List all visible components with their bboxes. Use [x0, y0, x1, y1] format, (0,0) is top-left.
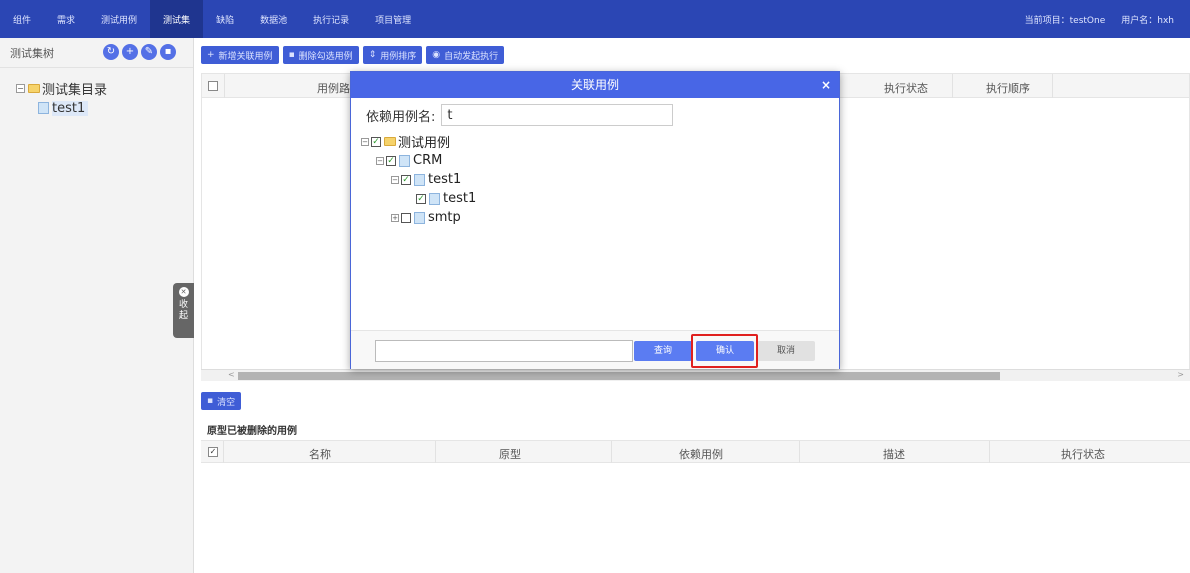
node-checkbox[interactable]	[401, 212, 411, 223]
confirm-highlight-box	[691, 334, 758, 368]
auto-run-button[interactable]: ◉ 自动发起执行	[426, 46, 505, 64]
delete-checked-label: 删除勾选用例	[298, 51, 353, 62]
close-icon: ✕	[178, 287, 189, 297]
case-tree-node-label: CRM	[413, 153, 443, 168]
col-exec-status: 执行状态	[1061, 448, 1105, 461]
scrollbar-thumb[interactable]	[238, 372, 1000, 380]
folder-icon	[28, 83, 40, 93]
col-exec-status: 执行状态	[884, 82, 928, 95]
clear-label: 清空	[217, 397, 236, 408]
dialog-footer: 查询 确认 取消	[351, 330, 839, 369]
auto-run-label: 自动发起执行	[444, 51, 499, 62]
case-tree-node-label: test1	[428, 172, 462, 187]
dependency-name-label: 依赖用例名:	[366, 109, 436, 125]
nav-item-execution-records[interactable]: 执行记录	[300, 0, 362, 38]
nav-item-requirements[interactable]: 需求	[44, 0, 88, 38]
file-icon	[38, 102, 49, 114]
scroll-right-icon[interactable]: >	[1177, 370, 1184, 379]
scroll-left-icon[interactable]: <	[228, 370, 235, 379]
case-tree-node-label: test1	[443, 191, 477, 206]
nav-item-defects[interactable]: 缺陷	[203, 0, 247, 38]
collapse-icon[interactable]: −	[361, 137, 369, 146]
refresh-icon[interactable]: ↻	[103, 44, 119, 60]
cancel-button[interactable]: 取消	[757, 341, 815, 361]
file-icon	[414, 173, 425, 186]
delete-checked-button[interactable]: ▪ 删除勾选用例	[282, 46, 359, 64]
nav-item-components[interactable]: 组件	[0, 0, 44, 38]
collapse-label: 收起	[178, 300, 188, 321]
collapse-icon[interactable]: −	[16, 83, 25, 93]
case-tree-node[interactable]: ✓ test1	[361, 189, 476, 208]
delete-icon[interactable]: ▪	[160, 44, 176, 60]
add-linked-case-label: 新增关联用例	[218, 51, 273, 62]
sort-cases-label: 用例排序	[380, 51, 417, 62]
file-icon	[399, 154, 410, 167]
node-checkbox[interactable]: ✓	[401, 174, 411, 185]
tree-node-test1-label: test1	[52, 100, 89, 116]
nav-item-data-pool[interactable]: 数据池	[247, 0, 300, 38]
sort-icon: ⇕	[368, 50, 377, 60]
dialog-header: 关联用例 ×	[351, 72, 839, 98]
plus-icon: +	[207, 50, 215, 60]
sort-cases-button[interactable]: ⇕ 用例排序	[362, 46, 423, 64]
expand-icon[interactable]: +	[391, 213, 399, 222]
top-nav: 组件 需求 测试用例 测试集 缺陷 数据池 执行记录 项目管理 当前项目：tes…	[0, 0, 1190, 38]
play-icon: ◉	[432, 50, 441, 60]
edit-icon[interactable]: ✎	[141, 44, 157, 60]
tree-node-root-label: 测试集目录	[42, 82, 108, 98]
username: 用户名：hxh	[1121, 15, 1174, 26]
select-all-checkbox[interactable]: ✓	[208, 447, 218, 457]
case-tree-node[interactable]: − ✓ CRM	[361, 151, 476, 170]
node-checkbox[interactable]: ✓	[371, 136, 381, 147]
add-linked-case-button[interactable]: + 新增关联用例	[201, 46, 279, 64]
file-icon	[429, 192, 440, 205]
collapse-icon[interactable]: −	[376, 156, 384, 165]
trash-icon: ▪	[288, 50, 295, 60]
nav-item-test-sets[interactable]: 测试集	[150, 0, 204, 38]
query-button[interactable]: 查询	[634, 341, 692, 361]
folder-icon	[384, 137, 396, 146]
close-icon[interactable]: ×	[821, 72, 831, 98]
col-dependency: 依赖用例	[679, 448, 723, 461]
deleted-cases-table: ✓ 名称 原型 依赖用例 描述 执行状态	[201, 440, 1190, 573]
select-all-checkbox[interactable]	[208, 81, 218, 91]
case-tree-node[interactable]: + smtp	[361, 208, 476, 227]
case-tree-node[interactable]: − ✓ 测试用例	[361, 132, 476, 151]
current-project: 当前项目：testOne	[1024, 15, 1106, 26]
col-name: 名称	[309, 448, 331, 461]
filter-input[interactable]	[375, 340, 633, 362]
sidebar-title: 测试集树	[10, 46, 54, 60]
dialog-title: 关联用例	[570, 78, 619, 92]
clear-button[interactable]: ▪ 清空	[201, 392, 242, 410]
case-tree-node-label: 测试用例	[398, 136, 451, 151]
nav-item-test-cases[interactable]: 测试用例	[88, 0, 150, 38]
horizontal-scrollbar[interactable]: < >	[201, 369, 1190, 381]
file-icon	[414, 211, 425, 224]
node-checkbox[interactable]: ✓	[386, 155, 396, 166]
col-case-path: 用例路	[317, 82, 350, 95]
case-tree-node[interactable]: − ✓ test1	[361, 170, 476, 189]
plus-icon[interactable]: +	[122, 44, 138, 60]
col-prototype: 原型	[499, 448, 521, 461]
trash-icon: ▪	[207, 396, 214, 406]
main-toolbar: + 新增关联用例 ▪ 删除勾选用例 ⇕ 用例排序 ◉ 自动发起执行	[201, 46, 505, 64]
link-cases-dialog: 关联用例 × 依赖用例名: −✓测试用例−✓CRM−✓test1✓test1+s…	[350, 71, 840, 369]
table-header: ✓ 名称 原型 依赖用例 描述 执行状态	[201, 441, 1190, 463]
nav-item-project-management[interactable]: 项目管理	[362, 0, 424, 38]
tree-node-test1[interactable]: test1	[16, 98, 193, 118]
col-description: 描述	[883, 448, 905, 461]
tree-node-root[interactable]: − 测试集目录	[16, 78, 193, 98]
test-set-tree-panel: 测试集树 ↻ + ✎ ▪ − 测试集目录 test1	[0, 38, 194, 573]
collapse-icon[interactable]: −	[391, 175, 399, 184]
node-checkbox[interactable]: ✓	[416, 193, 426, 204]
collapse-sidebar-button[interactable]: ✕ 收起	[173, 283, 194, 338]
case-tree: − ✓ 测试用例 − ✓ CRM − ✓ test1 ✓ test1 + smtp	[361, 132, 476, 227]
col-exec-order: 执行顺序	[986, 82, 1030, 95]
dependency-name-input[interactable]	[441, 104, 674, 126]
case-tree-node-label: smtp	[428, 210, 461, 225]
deleted-prototype-section-title: 原型已被删除的用例	[207, 426, 297, 437]
